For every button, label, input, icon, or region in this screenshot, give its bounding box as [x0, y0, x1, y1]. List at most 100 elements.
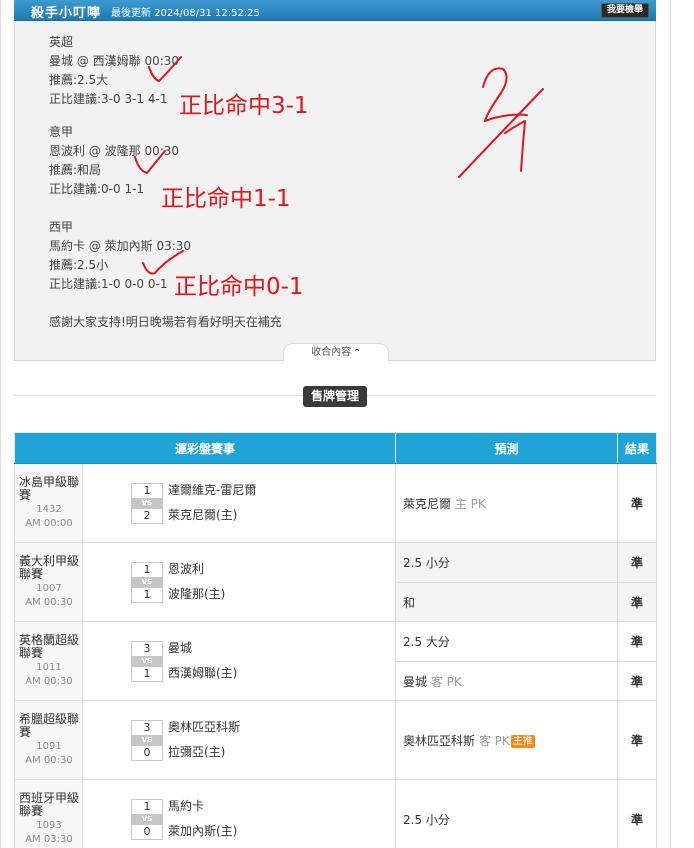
prediction-main: 2.5 小分	[403, 556, 450, 570]
handwritten-number-1	[504, 120, 526, 172]
league-name: 希臘超級聯賽	[19, 712, 80, 739]
game-code: 1093	[36, 820, 62, 831]
closing-message: 感謝大家支持!明日晚場若有看好明天在補充	[49, 315, 282, 329]
vs-label: VS	[131, 814, 163, 824]
table-header-row: 運彩盤賽事 預測 結果	[13, 432, 658, 464]
team-home: 西漢姆聯(主)	[168, 666, 238, 680]
match-cell[interactable]: 1 VS 2 達爾維克-雷尼爾 萊克尼爾(主)	[81, 463, 397, 543]
handwritten-hit-note-1: 正比命中3-1	[179, 93, 309, 119]
table-row: 義大利甲級聯賽 1007 AM 00:30 1 VS 1 恩波利 波隆那(主) …	[14, 542, 658, 622]
team-away: 馬約卡	[168, 799, 205, 813]
prediction-cell: 和	[395, 582, 619, 622]
vs-label: VS	[131, 656, 163, 666]
teams: 達爾維克-雷尼爾 萊克尼爾(主)	[168, 478, 256, 528]
game-time: AM 00:30	[25, 597, 73, 608]
game-time: AM 00:00	[25, 518, 73, 529]
result-cell: 準	[617, 700, 658, 780]
tip-league: 英超	[49, 35, 74, 49]
score-box: 1 VS 0	[131, 798, 163, 840]
prediction-cell: 2.5 小分	[395, 779, 619, 848]
report-button[interactable]: 我要檢舉	[601, 3, 649, 18]
article-title: 殺手小叮嚀	[31, 6, 102, 21]
team-home: 萊加內斯(主)	[168, 824, 238, 838]
article-content-panel: 英超 曼城 @ 西漢姆聯 00:30 推薦:2.5大 正比建議:3-0 3-1 …	[14, 21, 656, 362]
score-bottom: 0	[131, 823, 163, 840]
prediction-cell: 萊克尼爾 主 PK	[395, 463, 619, 543]
score-top: 3	[131, 719, 163, 736]
prediction-cell: 曼城 客 PK	[395, 661, 619, 701]
table-row: 英格蘭超級聯賽 1011 AM 00:30 3 VS 1 曼城 西漢姆聯(主) …	[14, 621, 658, 701]
prediction-cell: 2.5 大分	[395, 621, 619, 662]
chevron-up-icon: ⌃	[353, 348, 361, 358]
team-home: 波隆那(主)	[168, 587, 226, 601]
league-cell: 西班牙甲級聯賽 1093 AM 03:30	[14, 779, 83, 848]
prediction-main: 萊克尼爾	[403, 496, 452, 511]
league-name: 英格蘭超級聯賽	[19, 633, 80, 660]
score-top: 1	[131, 561, 163, 578]
game-code: 1011	[36, 662, 62, 673]
last-updated-text: 最後更新 2024/08/31 12:52:25	[111, 8, 260, 19]
team-away: 達爾維克-雷尼爾	[168, 483, 257, 497]
game-code: 1007	[36, 583, 62, 594]
prediction-sub: 客 PK	[430, 674, 462, 689]
score-box: 3 VS 0	[131, 719, 163, 761]
score-bottom: 2	[131, 507, 163, 524]
header-match: 運彩盤賽事	[13, 432, 397, 464]
teams: 恩波利 波隆那(主)	[168, 557, 225, 607]
game-time: AM 00:30	[25, 676, 73, 687]
score-bottom: 1	[131, 586, 163, 603]
teams: 奧林匹亞科斯 拉彌亞(主)	[168, 715, 240, 765]
tip-pick: 推薦:和局	[49, 163, 102, 177]
prediction-main: 曼城	[403, 674, 428, 689]
team-home: 拉彌亞(主)	[168, 745, 226, 759]
team-away: 曼城	[168, 641, 193, 655]
result-cell: 準	[617, 779, 658, 848]
article-header-bar: 殺手小叮嚀 最後更新 2024/08/31 12:52:25 我要檢舉	[14, 0, 656, 21]
result-cell: 準	[617, 542, 658, 583]
featured-pick-badge: 主推	[510, 734, 535, 748]
league-cell: 冰島甲級聯賽 1432 AM 00:00	[14, 463, 83, 543]
handwritten-hit-note-3: 正比命中0-1	[174, 274, 304, 300]
prediction-main: 2.5 小分	[403, 812, 450, 827]
tip-match: 馬約卡 @ 萊加內斯 03:30	[49, 239, 192, 253]
team-home: 萊克尼爾(主)	[168, 508, 238, 522]
teams: 曼城 西漢姆聯(主)	[168, 636, 237, 686]
prediction-main: 和	[403, 595, 416, 610]
prediction-sub: 主 PK	[454, 496, 486, 511]
vs-label: VS	[131, 735, 163, 745]
team-away: 奧林匹亞科斯	[168, 720, 241, 734]
score-top: 1	[131, 482, 163, 499]
score-top: 3	[131, 640, 163, 657]
prediction-sub: 客 PK	[478, 733, 510, 748]
predictions-table: 運彩盤賽事 預測 結果 冰島甲級聯賽 1432 AM 00:00 1 VS 2 …	[13, 432, 658, 848]
teams: 馬約卡 萊加內斯(主)	[168, 794, 237, 844]
match-cell[interactable]: 1 VS 0 馬約卡 萊加內斯(主)	[81, 779, 397, 848]
prediction-cell: 2.5 小分	[395, 542, 619, 583]
left-frame-line	[0, 0, 1, 848]
game-time: AM 03:30	[25, 834, 73, 845]
game-code: 1091	[36, 741, 62, 752]
header-result: 結果	[617, 432, 658, 464]
league-cell: 英格蘭超級聯賽 1011 AM 00:30	[14, 621, 83, 701]
league-name: 冰島甲級聯賽	[19, 475, 80, 502]
table-row: 冰島甲級聯賽 1432 AM 00:00 1 VS 2 達爾維克-雷尼爾 萊克尼…	[14, 463, 658, 543]
tip-match: 曼城 @ 西漢姆聯 00:30	[49, 54, 180, 68]
vs-label: VS	[131, 498, 163, 508]
match-cell[interactable]: 3 VS 0 奧林匹亞科斯 拉彌亞(主)	[81, 700, 397, 780]
game-time: AM 00:30	[25, 755, 73, 766]
table-row: 希臘超級聯賽 1091 AM 00:30 3 VS 0 奧林匹亞科斯 拉彌亞(主…	[14, 700, 658, 780]
league-cell: 義大利甲級聯賽 1007 AM 00:30	[14, 542, 83, 622]
score-box: 1 VS 2	[131, 482, 163, 524]
collapse-content-tab[interactable]: 收合內容 ⌃	[283, 343, 389, 362]
match-cell[interactable]: 1 VS 1 恩波利 波隆那(主)	[81, 542, 397, 622]
handwritten-number-2	[482, 67, 528, 122]
result-cell: 準	[617, 582, 658, 622]
collapse-label: 收合內容	[311, 347, 352, 358]
league-name: 西班牙甲級聯賽	[19, 791, 80, 818]
prediction-main: 2.5 大分	[403, 635, 450, 649]
team-away: 恩波利	[168, 562, 205, 576]
score-bottom: 1	[131, 665, 163, 682]
match-cell[interactable]: 3 VS 1 曼城 西漢姆聯(主)	[81, 621, 397, 701]
header-prediction: 預測	[395, 432, 619, 464]
right-frame-line	[670, 0, 671, 848]
